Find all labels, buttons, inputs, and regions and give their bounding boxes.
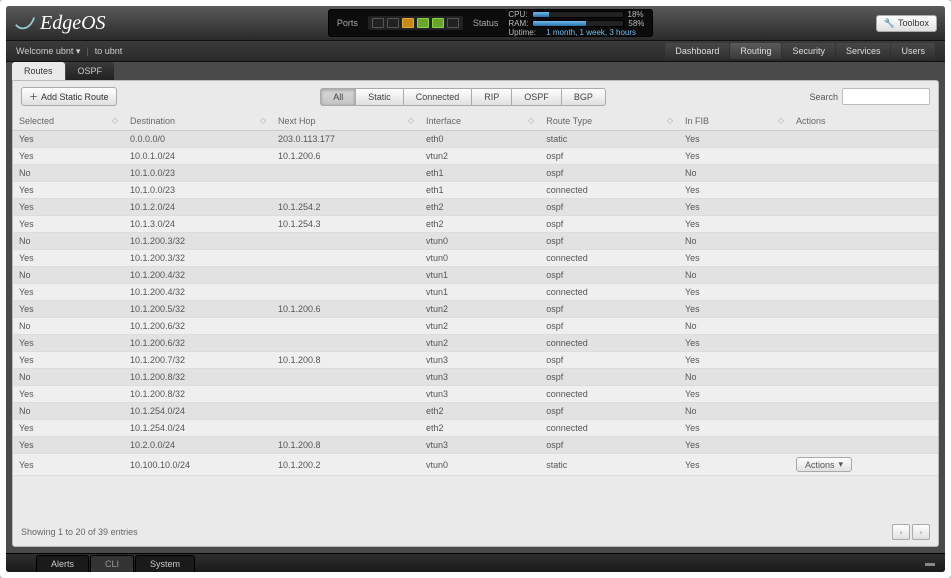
search-label: Search xyxy=(809,92,838,102)
routes-panel: ＋ Add Static Route AllStaticConnectedRIP… xyxy=(12,80,939,547)
topbar: EdgeOS Ports Status CPU: 18% RAM: 58% Upti… xyxy=(6,6,945,41)
col-header-interface[interactable]: Interface◇ xyxy=(420,112,540,131)
welcome-host: to ubnt xyxy=(95,46,123,56)
filter-static[interactable]: Static xyxy=(356,88,404,106)
table-row[interactable]: Yes10.100.10.0/2410.1.200.2vtun0staticYe… xyxy=(13,454,938,476)
table-row[interactable]: Yes10.1.0.0/23eth1connectedYes xyxy=(13,182,938,199)
bottom-tab-cli[interactable]: CLI xyxy=(90,555,134,572)
filter-all[interactable]: All xyxy=(320,88,356,106)
status-center-panel: Ports Status CPU: 18% RAM: 58% Uptime: 1 m… xyxy=(328,9,654,37)
main-tab-dashboard[interactable]: Dashboard xyxy=(665,43,729,59)
bottom-bar: AlertsCLISystem ▬ xyxy=(6,553,945,572)
table-row[interactable]: Yes10.1.200.6/32vtun2connectedYes xyxy=(13,335,938,352)
route-type-filters: AllStaticConnectedRIPOSPFBGP xyxy=(320,88,606,106)
bottom-tab-alerts[interactable]: Alerts xyxy=(36,555,89,572)
logo-swoosh-icon xyxy=(14,12,36,34)
routes-table: Selected◇Destination◇Next Hop◇Interface◇… xyxy=(13,112,938,476)
main-tab-routing[interactable]: Routing xyxy=(730,43,781,59)
status-label: Status xyxy=(473,18,499,28)
ram-label: RAM: xyxy=(508,19,528,28)
table-row[interactable]: Yes10.2.0.0/2410.1.200.8vtun3ospfYes xyxy=(13,437,938,454)
table-row[interactable]: Yes10.0.1.0/2410.1.200.6vtun2ospfYes xyxy=(13,148,938,165)
col-header-destination[interactable]: Destination◇ xyxy=(124,112,272,131)
filter-rip[interactable]: RIP xyxy=(472,88,512,106)
ports-label: Ports xyxy=(337,18,358,28)
sub-tab-routes[interactable]: Routes xyxy=(12,62,65,80)
main-tab-security[interactable]: Security xyxy=(782,43,835,59)
table-entries-info: Showing 1 to 20 of 39 entries xyxy=(21,527,138,537)
pager-prev-button[interactable]: ◦ xyxy=(892,524,910,540)
sub-tab-ospf[interactable]: OSPF xyxy=(66,62,115,80)
brand-text: EdgeOS xyxy=(40,12,106,35)
col-header-selected[interactable]: Selected◇ xyxy=(13,112,124,131)
filter-connected[interactable]: Connected xyxy=(404,88,473,106)
table-row[interactable]: No10.1.200.3/32vtun0ospfNo xyxy=(13,233,938,250)
search-input[interactable] xyxy=(842,88,930,105)
cpu-percent: 18% xyxy=(628,10,644,19)
col-header-actions[interactable]: Actions xyxy=(790,112,938,131)
plus-icon: ＋ xyxy=(29,90,38,103)
port-5 xyxy=(447,18,459,28)
port-1 xyxy=(387,18,399,28)
col-header-route-type[interactable]: Route Type◇ xyxy=(540,112,679,131)
main-tab-users[interactable]: Users xyxy=(891,43,935,59)
filter-bgp[interactable]: BGP xyxy=(562,88,606,106)
ram-percent: 58% xyxy=(628,19,644,28)
table-row[interactable]: No10.1.200.8/32vtun3ospfNo xyxy=(13,369,938,386)
cpu-bar xyxy=(532,11,624,18)
table-row[interactable]: No10.1.0.0/23eth1ospfNo xyxy=(13,165,938,182)
port-2 xyxy=(402,18,414,28)
main-tab-services[interactable]: Services xyxy=(836,43,891,59)
table-row[interactable]: Yes10.1.200.4/32vtun1connectedYes xyxy=(13,284,938,301)
uptime-label: Uptime: xyxy=(508,28,536,37)
toolbox-button[interactable]: 🔧 Toolbox xyxy=(876,15,937,32)
table-row[interactable]: Yes10.1.200.5/3210.1.200.6vtun2ospfYes xyxy=(13,301,938,318)
bottom-tab-system[interactable]: System xyxy=(135,555,195,572)
table-row[interactable]: No10.1.200.6/32vtun2ospfNo xyxy=(13,318,938,335)
welcome-user-menu[interactable]: Welcome ubnt ▾ xyxy=(16,46,80,57)
port-3 xyxy=(417,18,429,28)
table-row[interactable]: Yes10.1.200.7/3210.1.200.8vtun3ospfYes xyxy=(13,352,938,369)
table-row[interactable]: Yes0.0.0.0/0203.0.113.177eth0staticYes xyxy=(13,131,938,148)
port-0 xyxy=(372,18,384,28)
col-header-in-fib[interactable]: In FIB◇ xyxy=(679,112,790,131)
table-row[interactable]: Yes10.1.200.8/32vtun3connectedYes xyxy=(13,386,938,403)
uptime-value: 1 month, 1 week, 3 hours xyxy=(546,28,636,37)
port-4 xyxy=(432,18,444,28)
bottom-bar-toggle-icon[interactable]: ▬ xyxy=(925,558,935,569)
chevron-down-icon: ▾ xyxy=(839,459,844,470)
welcome-bar: Welcome ubnt ▾ | to ubnt DashboardRoutin… xyxy=(6,41,945,62)
ports-indicator xyxy=(368,16,463,30)
table-row[interactable]: Yes10.1.200.3/32vtun0connectedYes xyxy=(13,250,938,267)
filter-ospf[interactable]: OSPF xyxy=(512,88,562,106)
table-row[interactable]: No10.1.200.4/32vtun1ospfNo xyxy=(13,267,938,284)
table-row[interactable]: No10.1.254.0/24eth2ospfNo xyxy=(13,403,938,420)
table-row[interactable]: Yes10.1.254.0/24eth2connectedYes xyxy=(13,420,938,437)
table-row[interactable]: Yes10.1.3.0/2410.1.254.3eth2ospfYes xyxy=(13,216,938,233)
wrench-icon: 🔧 xyxy=(884,18,895,29)
pager-next-button[interactable]: ◦ xyxy=(912,524,930,540)
pager: ◦ ◦ xyxy=(892,524,930,540)
brand-logo: EdgeOS xyxy=(14,12,106,35)
cpu-label: CPU: xyxy=(508,10,527,19)
ram-bar xyxy=(532,20,624,27)
row-actions-button[interactable]: Actions▾ xyxy=(796,457,852,472)
table-row[interactable]: Yes10.1.2.0/2410.1.254.2eth2ospfYes xyxy=(13,199,938,216)
add-static-route-button[interactable]: ＋ Add Static Route xyxy=(21,87,117,106)
col-header-next-hop[interactable]: Next Hop◇ xyxy=(272,112,420,131)
